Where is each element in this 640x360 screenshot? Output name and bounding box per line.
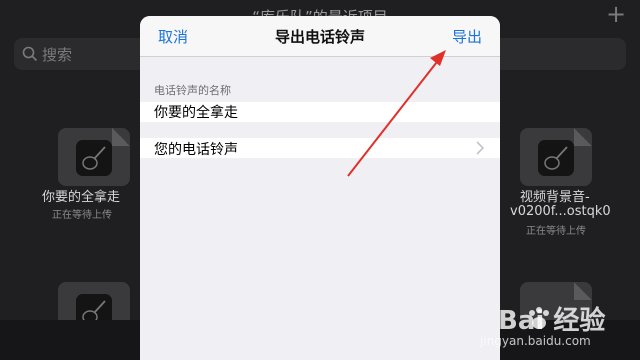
tile-name: 你要的全拿走 (42, 190, 121, 205)
tile-status: 正在等待上传 (526, 226, 586, 237)
export-ringtone-sheet: 取消 导出电话铃声 导出 电话铃声的名称 您的电话铃声 (140, 16, 500, 360)
your-ringtone-label: 您的电话铃声 (154, 142, 238, 158)
plus-icon[interactable]: + (606, 2, 626, 26)
watermark-logo-text: Bai 经验 (498, 306, 606, 336)
guitar-icon (76, 140, 112, 176)
your-ringtone-row[interactable]: 您的电话铃声 (140, 138, 500, 158)
tile-status: 正在等待上传 (52, 210, 112, 221)
tile-name-line2: v0200f...ostqk0 (510, 204, 611, 219)
project-tile[interactable] (58, 128, 130, 186)
watermark-url: jingyan.baidu.com (480, 334, 591, 348)
sheet-nav-bar: 取消 导出电话铃声 导出 (140, 16, 500, 57)
project-tile[interactable] (520, 128, 592, 186)
ringtone-name-cell (140, 102, 500, 122)
export-button[interactable]: 导出 (452, 26, 482, 47)
search-placeholder: 搜索 (42, 46, 73, 64)
ringtone-name-field[interactable] (154, 102, 484, 122)
guitar-icon (538, 140, 574, 176)
chevron-right-icon (476, 141, 484, 155)
sheet-title: 导出电话铃声 (274, 28, 365, 46)
ringtone-name-header: 电话铃声的名称 (154, 84, 231, 97)
tile-name: 视频背景音- (520, 190, 590, 205)
baidu-watermark: Bai 经验 jingyan.baidu.com (480, 300, 630, 354)
search-icon (22, 46, 38, 62)
